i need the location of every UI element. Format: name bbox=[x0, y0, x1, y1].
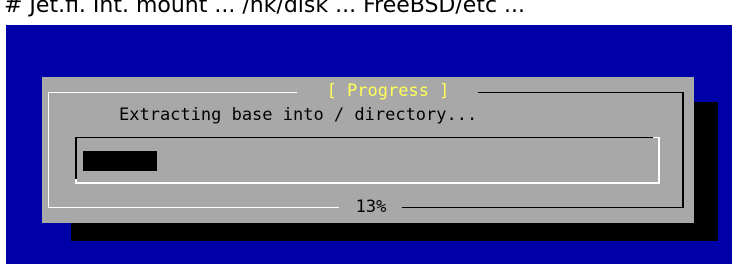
dialog-frame-right bbox=[682, 92, 684, 207]
progress-bar-edge-right bbox=[658, 137, 660, 184]
progress-bar-edge-bottom bbox=[75, 182, 660, 184]
dialog-frame-bottom-right bbox=[402, 207, 684, 208]
progress-bar bbox=[75, 137, 660, 184]
progress-bar-track bbox=[83, 151, 651, 171]
progress-percent: 13% bbox=[355, 197, 387, 217]
progress-bar-fill bbox=[83, 151, 157, 171]
progress-bar-edge-top bbox=[75, 137, 660, 138]
dialog-frame-left bbox=[48, 92, 49, 207]
progress-dialog: [ Progress ] Extracting base into / dire… bbox=[42, 77, 694, 223]
dialog-frame-top-right bbox=[478, 92, 682, 93]
dialog-title: [ Progress ] bbox=[326, 81, 450, 101]
progress-bar-edge-left bbox=[75, 137, 77, 184]
background-console-text: # Jet.fi. Int. mount ... /nk/disk ... Fr… bbox=[4, 0, 526, 18]
progress-message: Extracting base into / directory... bbox=[119, 105, 478, 125]
dialog-frame-bottom-left bbox=[48, 207, 339, 208]
dialog-frame-top-left bbox=[49, 92, 297, 93]
